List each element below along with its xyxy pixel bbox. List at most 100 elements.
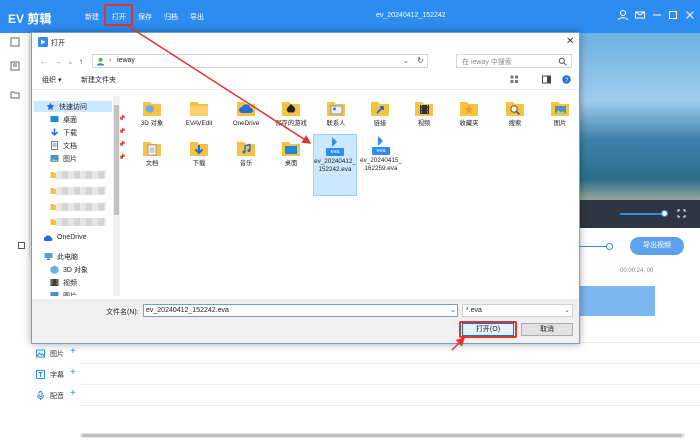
- folder-icon: [190, 102, 208, 116]
- folder-music[interactable]: 音乐: [224, 137, 268, 168]
- folder-contacts[interactable]: 联系人: [314, 97, 358, 128]
- svg-text:?: ?: [565, 77, 569, 84]
- maximize-icon[interactable]: [667, 9, 679, 21]
- folder-downloads[interactable]: 下载: [177, 137, 221, 168]
- forward-arrow-icon[interactable]: →: [54, 57, 62, 66]
- folder-3d-objects[interactable]: 3D 对象: [130, 97, 174, 128]
- cancel-button[interactable]: 取消: [521, 323, 573, 336]
- add-image-icon[interactable]: +: [70, 346, 76, 357]
- help-icon[interactable]: ?: [562, 75, 571, 84]
- folder-desktop[interactable]: 桌面: [269, 137, 313, 168]
- menu-save[interactable]: 保存: [138, 12, 152, 22]
- add-voiceover-icon[interactable]: +: [70, 388, 76, 399]
- add-subtitle-icon[interactable]: +: [70, 367, 76, 378]
- picture-icon: [50, 154, 59, 163]
- user-folder-icon: [96, 57, 105, 66]
- menu-archive[interactable]: 归档: [164, 12, 178, 22]
- nav-label: 文档: [63, 143, 77, 150]
- refresh-icon[interactable]: ↻: [417, 56, 424, 65]
- nav-label: 3D 对象: [63, 267, 88, 274]
- nav-item-pictures-pc[interactable]: 图片: [50, 290, 120, 296]
- folder-onedrive[interactable]: OneDrive: [224, 97, 268, 128]
- recent-dropdown-icon[interactable]: ⌄: [67, 57, 74, 66]
- timeline-zoom-knob[interactable]: [606, 243, 613, 250]
- file-name: 联系人: [326, 120, 346, 127]
- folder-evavedit[interactable]: EVAVEdit: [177, 97, 221, 128]
- contacts-icon: [327, 102, 345, 116]
- track-voiceover: 配音 +: [30, 385, 85, 405]
- folder-videos[interactable]: 视频: [402, 97, 446, 128]
- address-dropdown-icon[interactable]: ⌄: [403, 57, 409, 65]
- nav-item-downloads[interactable]: 下载 📌: [50, 127, 125, 138]
- timeline-clip[interactable]: [580, 286, 655, 316]
- timecode-label: 00:00:24, 00: [620, 268, 654, 274]
- nav-scrollbar-thumb[interactable]: [114, 105, 119, 215]
- close-icon[interactable]: [684, 9, 696, 21]
- computer-icon: [44, 252, 53, 261]
- fullscreen-icon[interactable]: [677, 209, 686, 218]
- nav-quick-access[interactable]: 快速访问: [34, 101, 112, 112]
- menu-new[interactable]: 新建: [85, 12, 99, 22]
- nav-this-pc[interactable]: 此电脑: [44, 251, 114, 262]
- file-name: 文档: [145, 160, 159, 167]
- folder-icon[interactable]: [10, 89, 20, 99]
- filename-label: 文件名(N):: [106, 309, 139, 316]
- timeline-checkbox[interactable]: [18, 242, 25, 249]
- eva-file[interactable]: eva ev_20240415_162259.eva: [359, 134, 403, 196]
- nav-item-pictures[interactable]: 图片 📌: [50, 153, 125, 164]
- nav-item-desktop[interactable]: 桌面 📌: [50, 114, 125, 125]
- download-icon: [50, 128, 59, 137]
- saved-games-icon: [282, 102, 300, 116]
- new-folder-button[interactable]: 新建文件夹: [81, 75, 116, 85]
- search-input[interactable]: 在 ieway 中搜索: [462, 57, 512, 67]
- organize-menu[interactable]: 组织 ▾: [42, 75, 61, 85]
- desktop-icon: [50, 115, 59, 124]
- file-name: 收藏夹: [459, 120, 479, 127]
- file-name: 桌面: [284, 160, 298, 167]
- dialog-close-icon[interactable]: ✕: [566, 36, 574, 47]
- filename-input[interactable]: ev_20240412_152242.eva: [143, 304, 458, 317]
- menu-export[interactable]: 导出: [190, 12, 204, 22]
- file-type-dropdown-icon[interactable]: ⌄: [564, 306, 570, 314]
- track-divider: [80, 363, 700, 364]
- open-button-highlight-box: [459, 321, 517, 338]
- eva-icon-label: eva: [330, 149, 340, 155]
- filename-dropdown-icon[interactable]: ⌄: [450, 306, 456, 314]
- dialog-footer: 文件名(N): ev_20240412_152242.eva ⌄ *.eva ⌄…: [32, 299, 579, 343]
- up-arrow-icon[interactable]: ↑: [79, 57, 83, 66]
- eva-file-selected[interactable]: eva ev_20240412_152242.eva: [313, 134, 357, 196]
- folder-searches[interactable]: 搜索: [493, 97, 537, 128]
- folder-documents[interactable]: 文档: [130, 137, 174, 168]
- file-name: 3D 对象: [140, 120, 164, 127]
- search-icon[interactable]: [558, 57, 567, 66]
- mail-icon[interactable]: [634, 9, 646, 21]
- timeline-scrollbar-thumb[interactable]: [82, 434, 682, 437]
- nav-item-3d-objects[interactable]: 3D 对象: [50, 264, 120, 275]
- address-bar[interactable]: › ieway ⌄ ↻: [92, 54, 428, 68]
- track-divider: [80, 405, 700, 406]
- preview-pane-icon[interactable]: [542, 75, 551, 84]
- preview-progress-track[interactable]: [620, 213, 664, 215]
- back-arrow-icon[interactable]: ←: [40, 57, 48, 66]
- nav-item-videos[interactable]: 视频: [50, 277, 120, 288]
- links-icon: [371, 102, 389, 116]
- file-name: EVAVEdit: [185, 120, 213, 127]
- user-icon[interactable]: [617, 9, 629, 21]
- folder-favorites[interactable]: 收藏夹: [447, 97, 491, 128]
- template-icon[interactable]: [10, 61, 20, 71]
- nav-item-documents[interactable]: 文档 📌: [50, 140, 125, 151]
- folder-links[interactable]: 链接: [358, 97, 402, 128]
- picture-folder-icon: [551, 102, 569, 116]
- preview-progress-knob[interactable]: [661, 210, 668, 217]
- folder-pictures[interactable]: 图片: [538, 97, 582, 128]
- nav-onedrive[interactable]: OneDrive: [43, 233, 114, 244]
- media-icon[interactable]: [10, 37, 20, 47]
- file-type-select[interactable]: *.eva: [462, 304, 573, 317]
- nav-label: 此电脑: [57, 254, 78, 261]
- folder-saved-games[interactable]: 保存的游戏: [269, 97, 313, 128]
- export-video-button[interactable]: 导出视频: [630, 237, 684, 255]
- search-box[interactable]: 在 ieway 中搜索: [456, 54, 572, 68]
- track-label: 配音: [50, 393, 64, 400]
- minimize-icon[interactable]: [651, 9, 663, 21]
- view-options-icon[interactable]: [510, 75, 519, 84]
